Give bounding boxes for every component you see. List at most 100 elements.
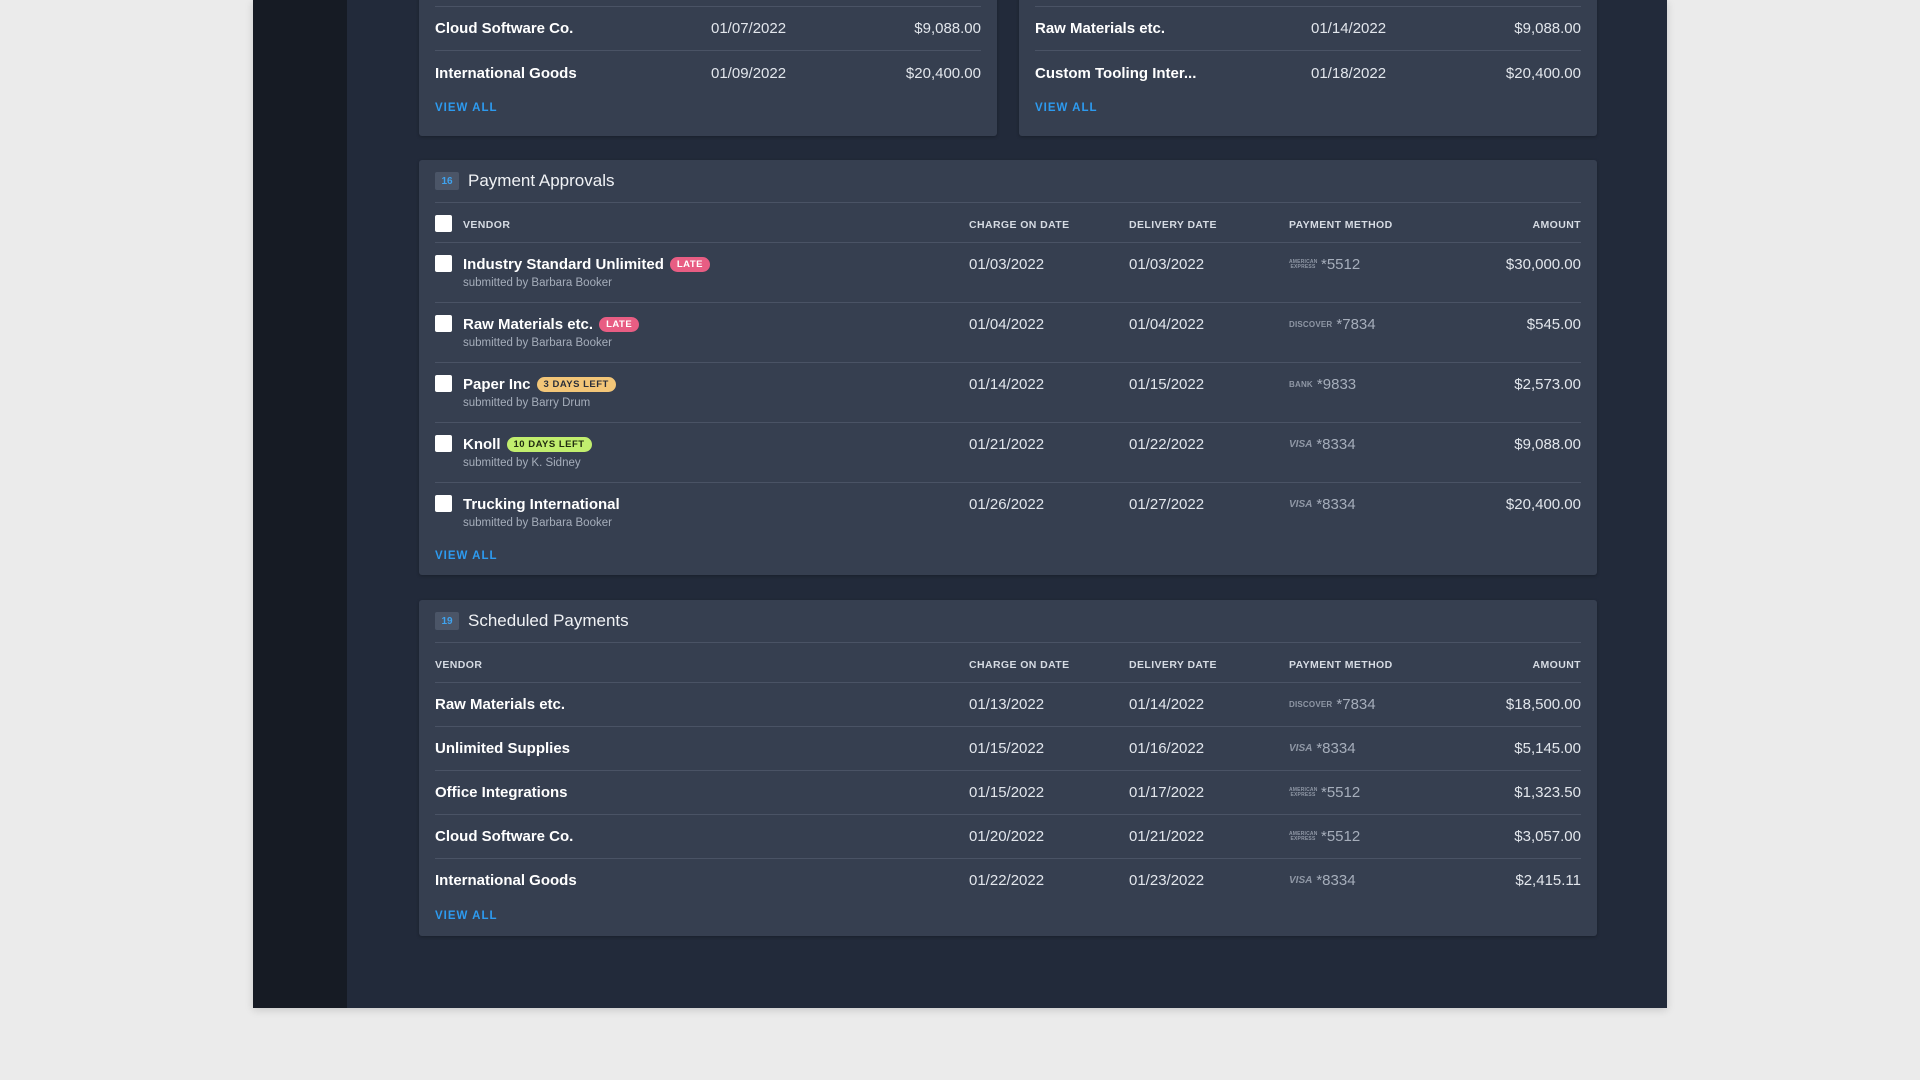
visa-logo-icon: VISA bbox=[1289, 743, 1313, 754]
vendor-name: Office Integrations bbox=[435, 784, 568, 801]
amex-logo-icon: AMERICAN EXPRESS bbox=[1289, 258, 1318, 270]
payment-method: DISCOVER *7834 bbox=[1289, 316, 1376, 333]
status-badge: 3 DAYS LEFT bbox=[536, 377, 616, 392]
submitted-by: submitted by Barry Drum bbox=[463, 397, 591, 409]
charge-on-date: 01/15/2022 bbox=[969, 740, 1045, 757]
column-header-payment-method[interactable]: PAYMENT METHOD bbox=[1289, 219, 1393, 231]
payment-method: VISA *8334 bbox=[1289, 872, 1356, 889]
vendor-name: Cloud Software Co. bbox=[435, 828, 574, 845]
column-header-delivery-date[interactable]: DELIVERY DATE bbox=[1129, 659, 1217, 671]
delivery-date: 01/03/2022 bbox=[1129, 256, 1205, 273]
card-suffix: *8334 bbox=[1316, 872, 1356, 889]
payment-method: VISA *8334 bbox=[1289, 436, 1356, 453]
column-header-charge-on-date[interactable]: CHARGE ON DATE bbox=[969, 659, 1070, 671]
vendor-name: International Goods bbox=[435, 872, 577, 889]
payment-method: VISA *8334 bbox=[1289, 740, 1356, 757]
table-header: VENDOR CHARGE ON DATE DELIVERY DATE PAYM… bbox=[435, 203, 1581, 243]
sidebar bbox=[253, 0, 347, 1008]
column-header-amount[interactable]: AMOUNT bbox=[1533, 659, 1581, 671]
section-header: 16 Payment Approvals bbox=[435, 160, 1581, 203]
table-row[interactable]: Industry Standard Unlimited LATE submitted… bbox=[435, 243, 1581, 303]
list-item[interactable]: Custom Tooling Inter... 01/18/2022 $20,4… bbox=[1035, 51, 1581, 95]
table-row[interactable]: International Goods 01/22/2022 01/23/2022 V… bbox=[435, 859, 1581, 903]
charge-on-date: 01/13/2022 bbox=[969, 696, 1045, 713]
table-row[interactable]: Unlimited Supplies 01/15/2022 01/16/2022 VI… bbox=[435, 727, 1581, 771]
amount: $545.00 bbox=[1526, 316, 1581, 333]
submitted-by: submitted by Barbara Booker bbox=[463, 517, 612, 529]
view-all-link[interactable]: VIEW ALL bbox=[435, 102, 498, 114]
table-row[interactable]: Office Integrations 01/15/2022 01/17/2022 A… bbox=[435, 771, 1581, 815]
discover-logo-icon: DISCOVER bbox=[1289, 320, 1333, 329]
card-suffix: *9833 bbox=[1316, 376, 1357, 393]
table-row[interactable]: Trucking International submitted by Barba… bbox=[435, 483, 1581, 543]
row-checkbox[interactable] bbox=[435, 255, 452, 272]
column-header-amount[interactable]: AMOUNT bbox=[1533, 219, 1581, 231]
table-row[interactable]: Paper Inc 3 DAYS LEFT submitted by Barry D… bbox=[435, 363, 1581, 423]
delivery-date: 01/04/2022 bbox=[1129, 316, 1205, 333]
view-all-link[interactable]: VIEW ALL bbox=[1035, 102, 1098, 114]
status-badge: 10 DAYS LEFT bbox=[506, 437, 592, 452]
list-item[interactable]: Cloud Software Co. 01/07/2022 $9,088.00 bbox=[435, 7, 981, 51]
charge-on-date: 01/20/2022 bbox=[969, 828, 1045, 845]
charge-on-date: 01/22/2022 bbox=[969, 872, 1045, 889]
delivery-date: 01/14/2022 bbox=[1129, 696, 1205, 713]
delivery-date: 01/16/2022 bbox=[1129, 740, 1205, 757]
recent-payments-card-right: Raw Materials etc. 01/14/2022 $9,088.00 … bbox=[1019, 0, 1597, 136]
card-suffix: *7834 bbox=[1336, 696, 1376, 713]
column-header-payment-method[interactable]: PAYMENT METHOD bbox=[1289, 659, 1393, 671]
column-header-vendor[interactable]: VENDOR bbox=[435, 659, 482, 671]
vendor-name: Unlimited Supplies bbox=[435, 740, 571, 757]
vendor-name: Custom Tooling Inter... bbox=[1035, 64, 1197, 82]
card-suffix: *5512 bbox=[1321, 256, 1361, 273]
vendor-cell: Raw Materials etc. LATE bbox=[463, 316, 640, 333]
amount: $20,400.00 bbox=[1505, 64, 1581, 82]
charge-on-date: 01/04/2022 bbox=[969, 316, 1045, 333]
table-row[interactable]: Knoll 10 DAYS LEFT submitted by K. Sidney 0… bbox=[435, 423, 1581, 483]
card-suffix: *8334 bbox=[1316, 496, 1356, 513]
vendor-cell: Paper Inc 3 DAYS LEFT bbox=[463, 376, 616, 393]
select-all-checkbox[interactable] bbox=[435, 215, 452, 232]
payment-method: AMERICAN EXPRESS *5512 bbox=[1289, 784, 1360, 801]
amount: $30,000.00 bbox=[1505, 256, 1581, 273]
amount: $2,573.00 bbox=[1514, 376, 1581, 393]
vendor-name: Cloud Software Co. bbox=[435, 20, 574, 37]
amount: $20,400.00 bbox=[905, 64, 981, 82]
section-title: Scheduled Payments bbox=[468, 611, 629, 630]
vendor-cell: Trucking International bbox=[463, 496, 620, 513]
amount: $18,500.00 bbox=[1505, 696, 1581, 713]
delivery-date: 01/27/2022 bbox=[1129, 496, 1205, 513]
list-item[interactable]: International Goods 01/09/2022 $20,400.0… bbox=[435, 51, 981, 95]
row-checkbox[interactable] bbox=[435, 495, 452, 512]
row-checkbox[interactable] bbox=[435, 315, 452, 332]
column-header-charge-on-date[interactable]: CHARGE ON DATE bbox=[969, 219, 1070, 231]
table-row[interactable]: Cloud Software Co. 01/20/2022 01/21/2022 AM… bbox=[435, 815, 1581, 859]
list-item[interactable]: Raw Materials etc. 01/14/2022 $9,088.00 bbox=[1035, 7, 1581, 51]
column-header-delivery-date[interactable]: DELIVERY DATE bbox=[1129, 219, 1217, 231]
vendor-name: Paper Inc bbox=[463, 376, 531, 393]
submitted-by: submitted by Barbara Booker bbox=[463, 277, 612, 289]
row-checkbox[interactable] bbox=[435, 375, 452, 392]
amount: $9,088.00 bbox=[914, 20, 981, 37]
delivery-date: 01/17/2022 bbox=[1129, 784, 1205, 801]
amount: $9,088.00 bbox=[1514, 436, 1581, 453]
amount: $20,400.00 bbox=[1505, 496, 1581, 513]
date: 01/09/2022 bbox=[711, 64, 787, 82]
view-all-link[interactable]: VIEW ALL bbox=[435, 910, 498, 922]
section-title: Payment Approvals bbox=[468, 171, 615, 190]
column-header-vendor[interactable]: VENDOR bbox=[463, 219, 510, 231]
charge-on-date: 01/26/2022 bbox=[969, 496, 1045, 513]
table-row[interactable]: Raw Materials etc. 01/13/2022 01/14/2022 DI… bbox=[435, 683, 1581, 727]
delivery-date: 01/22/2022 bbox=[1129, 436, 1205, 453]
section-header: 19 Scheduled Payments bbox=[435, 600, 1581, 643]
table-header: VENDOR CHARGE ON DATE DELIVERY DATE PAYM… bbox=[435, 643, 1581, 683]
table-row[interactable]: Raw Materials etc. LATE submitted by Barba… bbox=[435, 303, 1581, 363]
app-frame: Cloud Software Co. 01/07/2022 $9,088.00 … bbox=[253, 0, 1667, 1008]
vendor-name: Trucking International bbox=[463, 496, 620, 513]
card-suffix: *8334 bbox=[1316, 436, 1356, 453]
submitted-by: submitted by K. Sidney bbox=[463, 457, 581, 469]
view-all-link[interactable]: VIEW ALL bbox=[435, 550, 498, 562]
row-checkbox[interactable] bbox=[435, 435, 452, 452]
discover-logo-icon: DISCOVER bbox=[1289, 700, 1333, 709]
card-suffix: *5512 bbox=[1321, 784, 1361, 801]
amount: $9,088.00 bbox=[1514, 20, 1581, 37]
